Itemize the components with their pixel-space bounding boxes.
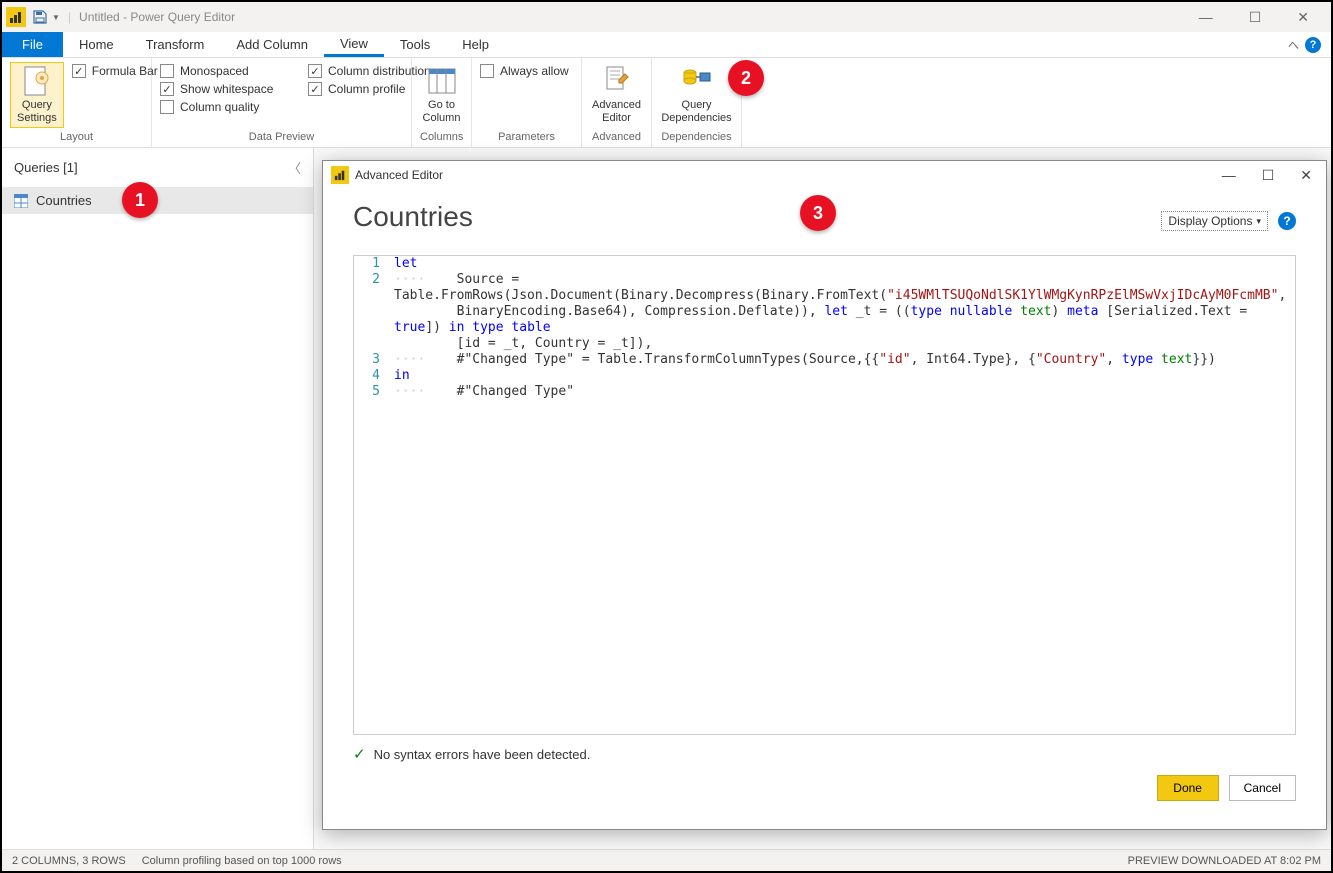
group-label-columns: Columns	[420, 129, 463, 143]
ribbon-collapse[interactable]: へ?	[1278, 32, 1331, 57]
dialog-maximize-button[interactable]: ☐	[1256, 167, 1281, 184]
display-options-button[interactable]: Display Options▾	[1161, 211, 1268, 231]
check-icon: ✓	[353, 745, 366, 763]
queries-header[interactable]: Queries [1] 〈	[2, 148, 313, 187]
table-column-icon	[426, 65, 458, 97]
group-label-layout: Layout	[10, 129, 143, 143]
table-icon	[14, 194, 28, 208]
status-preview-time: PREVIEW DOWNLOADED AT 8:02 PM	[1128, 855, 1321, 867]
go-to-column-button[interactable]: Go to Column	[416, 62, 468, 128]
help-icon[interactable]: ?	[1305, 37, 1321, 53]
group-label-parameters: Parameters	[480, 129, 573, 143]
callout-3: 3	[800, 195, 836, 231]
qat-dropdown-icon[interactable]: ▼	[52, 13, 60, 22]
close-button[interactable]: ✕	[1289, 9, 1317, 26]
callout-2: 2	[728, 60, 764, 96]
gear-page-icon	[21, 65, 53, 97]
advanced-editor-dialog: Advanced Editor — ☐ ✕ Countries Display …	[322, 160, 1327, 830]
always-allow-checkbox[interactable]: Always allow	[480, 62, 569, 80]
maximize-button[interactable]: ☐	[1241, 9, 1270, 26]
tab-view[interactable]: View	[324, 32, 384, 57]
queries-panel: Queries [1] 〈 Countries	[2, 148, 314, 849]
group-label-data-preview: Data Preview	[160, 129, 403, 143]
advanced-editor-button[interactable]: Advanced Editor	[585, 62, 648, 128]
status-profiling: Column profiling based on top 1000 rows	[142, 855, 342, 867]
tab-tools[interactable]: Tools	[384, 32, 446, 57]
ribbon-body: Query Settings Formula Bar Layout Monosp…	[2, 58, 1331, 148]
status-columns-rows: 2 COLUMNS, 3 ROWS	[12, 855, 126, 867]
cancel-button[interactable]: Cancel	[1229, 775, 1296, 801]
document-pencil-icon	[601, 65, 633, 97]
tab-transform[interactable]: Transform	[130, 32, 221, 57]
help-icon[interactable]: ?	[1278, 212, 1296, 230]
column-quality-checkbox[interactable]: Column quality	[160, 98, 300, 116]
syntax-status: ✓ No syntax errors have been detected.	[353, 735, 1296, 767]
ribbon-tabs: File Home Transform Add Column View Tool…	[2, 32, 1331, 58]
dialog-minimize-button[interactable]: —	[1216, 167, 1242, 184]
status-bar: 2 COLUMNS, 3 ROWS Column profiling based…	[2, 849, 1331, 871]
dialog-heading: Countries	[353, 201, 473, 233]
minimize-button[interactable]: —	[1191, 9, 1221, 26]
window-title: Untitled - Power Query Editor	[79, 10, 235, 24]
query-dependencies-button[interactable]: Query Dependencies	[654, 62, 738, 128]
done-button[interactable]: Done	[1157, 775, 1219, 801]
dialog-close-button[interactable]: ✕	[1294, 167, 1318, 184]
dialog-title: Advanced Editor	[355, 168, 443, 182]
dependencies-icon	[681, 65, 713, 97]
show-whitespace-checkbox[interactable]: Show whitespace	[160, 80, 300, 98]
app-icon	[6, 7, 26, 27]
save-icon[interactable]	[32, 9, 48, 25]
app-icon	[331, 166, 349, 184]
code-editor[interactable]: 1let 2···· Source = Table.FromRows(Json.…	[353, 255, 1296, 735]
tab-home[interactable]: Home	[63, 32, 130, 57]
chevron-left-icon[interactable]: 〈	[288, 158, 301, 177]
query-settings-button[interactable]: Query Settings	[10, 62, 64, 128]
tab-file[interactable]: File	[2, 32, 63, 57]
callout-1: 1	[122, 182, 158, 218]
tab-add-column[interactable]: Add Column	[220, 32, 324, 57]
group-label-advanced: Advanced	[590, 129, 643, 143]
monospaced-checkbox[interactable]: Monospaced	[160, 62, 300, 80]
dialog-titlebar: Advanced Editor — ☐ ✕	[323, 161, 1326, 189]
window-titlebar: ▼ | Untitled - Power Query Editor — ☐ ✕	[2, 2, 1331, 32]
divider: |	[68, 10, 71, 24]
group-label-dependencies: Dependencies	[660, 129, 733, 143]
chevron-down-icon: ▾	[1256, 216, 1261, 227]
tab-help[interactable]: Help	[446, 32, 505, 57]
